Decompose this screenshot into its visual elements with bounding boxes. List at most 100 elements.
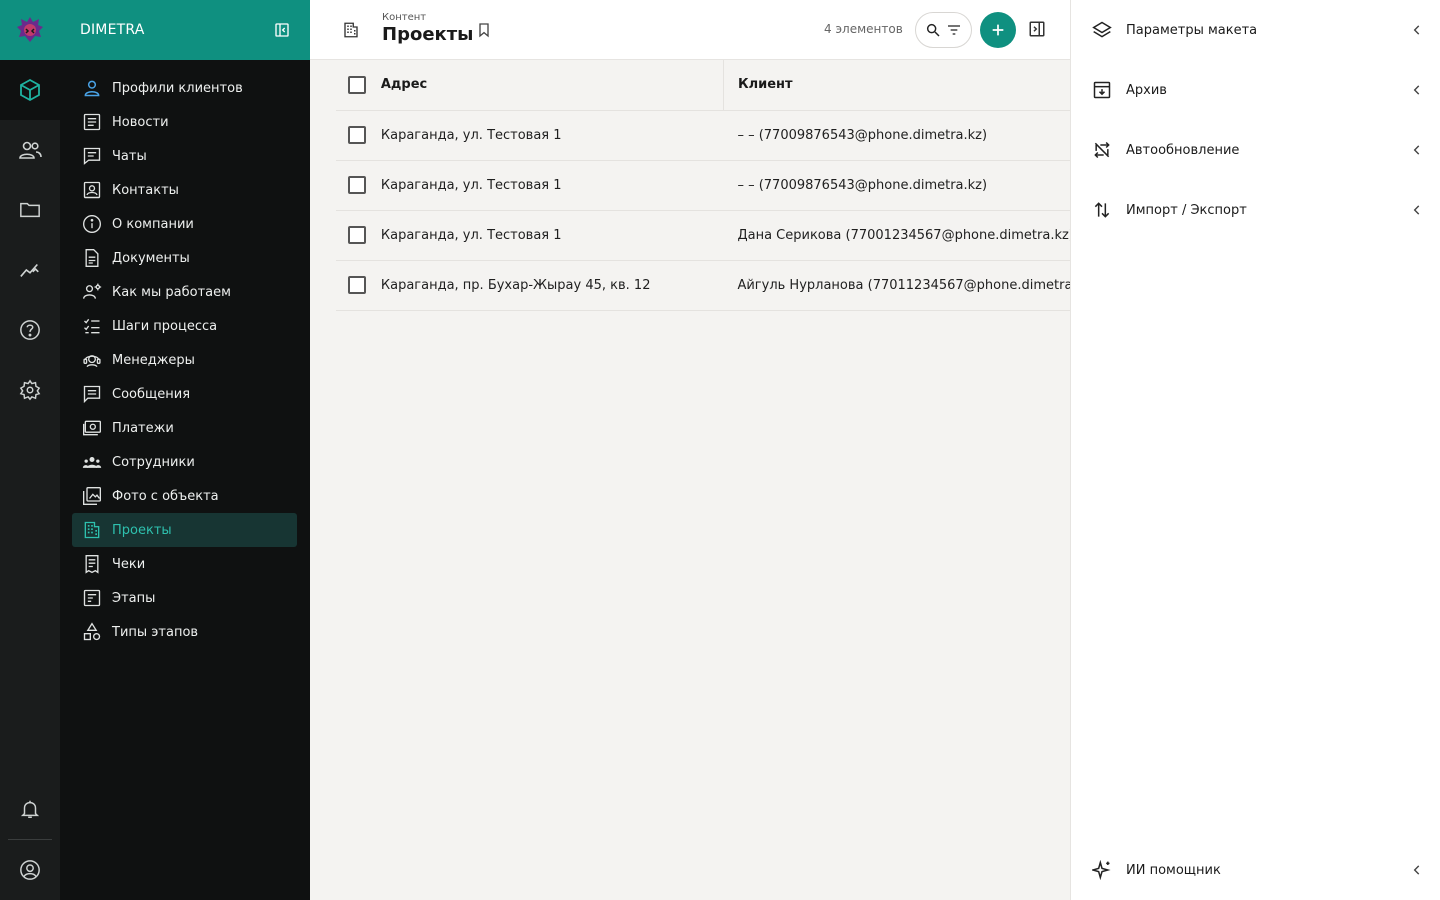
select-all-cell xyxy=(336,60,381,111)
news-icon xyxy=(80,110,104,134)
nav-item-receipts[interactable]: Чеки xyxy=(72,547,297,581)
select-all-checkbox[interactable] xyxy=(348,75,366,94)
nav-item-label: Новости xyxy=(112,114,169,130)
nav-item-projects[interactable]: Проекты xyxy=(72,513,297,547)
document-icon xyxy=(80,246,104,270)
nav-item-employees[interactable]: Сотрудники xyxy=(72,445,297,479)
chevron-left-icon xyxy=(1413,205,1420,215)
stages-icon xyxy=(80,586,104,610)
nav-item-managers[interactable]: Менеджеры xyxy=(72,343,297,377)
panel-item-layout-settings[interactable]: Параметры макета xyxy=(1071,0,1440,60)
panel-item-auto-refresh[interactable]: Автообновление xyxy=(1071,120,1440,180)
cell-client: – – (77009876543@phone.dimetra.kz) xyxy=(723,160,1070,211)
help-icon xyxy=(20,320,40,340)
nav-item-about[interactable]: О компании xyxy=(72,207,297,241)
nav-item-stages[interactable]: Этапы xyxy=(72,581,297,615)
row-checkbox[interactable] xyxy=(348,126,366,144)
rail-help-button[interactable] xyxy=(0,300,60,360)
nav-item-contacts[interactable]: Контакты xyxy=(72,173,297,207)
filter-icon[interactable] xyxy=(946,22,962,38)
table-header-row: Адрес Клиент xyxy=(336,60,1070,111)
bell-icon xyxy=(20,800,40,818)
users-icon xyxy=(19,141,42,159)
rail-content-button[interactable] xyxy=(0,60,60,120)
logo[interactable] xyxy=(0,0,60,60)
nav-item-how-we-work[interactable]: Как мы работаем xyxy=(72,275,297,309)
panel-item-label: Автообновление xyxy=(1126,142,1240,158)
nav-item-stage-types[interactable]: Типы этапов xyxy=(72,615,297,649)
cell-client: – – (77009876543@phone.dimetra.kz) xyxy=(723,110,1070,161)
nav-item-chats[interactable]: Чаты xyxy=(72,139,297,173)
cell-address: Караганда, ул. Тестовая 1 xyxy=(380,110,724,161)
search-filter-group xyxy=(915,12,972,48)
nav-item-label: Платежи xyxy=(112,420,174,436)
rail-files-button[interactable] xyxy=(0,180,60,240)
sync-off-icon xyxy=(1091,139,1113,161)
sparkle-icon xyxy=(1091,859,1113,881)
nav-item-label: Шаги процесса xyxy=(112,318,218,334)
archive-icon xyxy=(1091,79,1113,101)
settings-icon xyxy=(19,379,41,401)
cube-icon xyxy=(20,78,40,102)
row-checkbox[interactable] xyxy=(348,176,366,194)
bookmark-icon[interactable] xyxy=(476,22,492,38)
nav-item-news[interactable]: Новости xyxy=(72,105,297,139)
rail-users-button[interactable] xyxy=(0,120,60,180)
nav-item-client-profiles[interactable]: Профили клиентов xyxy=(72,71,297,105)
panel-item-ai-assistant[interactable]: ИИ помощник xyxy=(1071,840,1440,900)
brand-name: DIMETRA xyxy=(80,22,145,38)
headset-icon xyxy=(80,348,104,372)
column-header-address[interactable]: Адрес xyxy=(380,60,724,111)
chevron-left-icon xyxy=(1413,865,1420,875)
team-icon xyxy=(80,450,104,474)
table-row[interactable]: Караганда, ул. Тестовая 1 – – (770098765… xyxy=(336,160,1070,211)
nav-item-site-photos[interactable]: Фото с объекта xyxy=(72,479,297,513)
folder-icon xyxy=(20,202,40,218)
rail-notifications-button[interactable] xyxy=(0,779,60,839)
panel-item-label: Архив xyxy=(1126,82,1167,98)
row-select-cell xyxy=(336,210,381,261)
cell-address: Караганда, ул. Тестовая 1 xyxy=(380,210,724,261)
rail-settings-button[interactable] xyxy=(0,360,60,420)
search-icon[interactable] xyxy=(925,22,941,38)
breadcrumb[interactable]: Контент xyxy=(382,12,426,23)
cell-client: Дана Серикова (77001234567@phone.dimetra… xyxy=(723,210,1070,261)
row-select-cell xyxy=(336,110,381,161)
info-icon xyxy=(80,212,104,236)
add-item-button[interactable] xyxy=(980,12,1016,48)
nav-item-payments[interactable]: Платежи xyxy=(72,411,297,445)
toggle-side-panel-icon[interactable] xyxy=(1028,20,1046,38)
projects-table: Адрес Клиент Караганда, ул. Тестовая 1 –… xyxy=(336,60,1070,311)
nav-item-messages[interactable]: Сообщения xyxy=(72,377,297,411)
nav-item-label: Чеки xyxy=(112,556,146,572)
account-icon xyxy=(20,860,40,880)
nav-item-label: Сообщения xyxy=(112,386,191,402)
table-row[interactable]: Караганда, ул. Тестовая 1 – – (770098765… xyxy=(336,110,1070,161)
nav-item-process-steps[interactable]: Шаги процесса xyxy=(72,309,297,343)
rail-account-button[interactable] xyxy=(0,840,60,900)
table-row[interactable]: Караганда, пр. Бухар-Жырау 45, кв. 12 Ай… xyxy=(336,260,1070,311)
nav-item-label: Фото с объекта xyxy=(112,488,219,504)
nav-list: Профили клиентов Новости Чаты Контакты О… xyxy=(60,60,310,649)
panel-item-label: Импорт / Экспорт xyxy=(1126,202,1247,218)
payment-icon xyxy=(80,416,104,440)
collapse-sidebar-icon[interactable] xyxy=(274,22,290,38)
page-title: Проекты xyxy=(382,24,474,45)
nav-item-label: Менеджеры xyxy=(112,352,195,368)
table-row[interactable]: Караганда, ул. Тестовая 1 Дана Серикова … xyxy=(336,210,1070,261)
nav-item-documents[interactable]: Документы xyxy=(72,241,297,275)
cell-client: Айгуль Нурланова (77011234567@phone.dime… xyxy=(723,260,1070,311)
row-checkbox[interactable] xyxy=(348,276,366,294)
nav-header: DIMETRA xyxy=(60,0,310,60)
nav-item-label: Чаты xyxy=(112,148,147,164)
nav-item-label: О компании xyxy=(112,216,194,232)
rail-insights-button[interactable] xyxy=(0,240,60,300)
panel-item-archive[interactable]: Архив xyxy=(1071,60,1440,120)
layers-icon xyxy=(1091,19,1113,41)
row-checkbox[interactable] xyxy=(348,226,366,244)
chevron-left-icon xyxy=(1413,145,1420,155)
panel-item-import-export[interactable]: Импорт / Экспорт xyxy=(1071,180,1440,240)
column-header-client[interactable]: Клиент xyxy=(722,60,1070,111)
side-panel: Параметры макета Архив Автообновление Им… xyxy=(1070,0,1440,900)
plus-icon xyxy=(992,24,1004,36)
